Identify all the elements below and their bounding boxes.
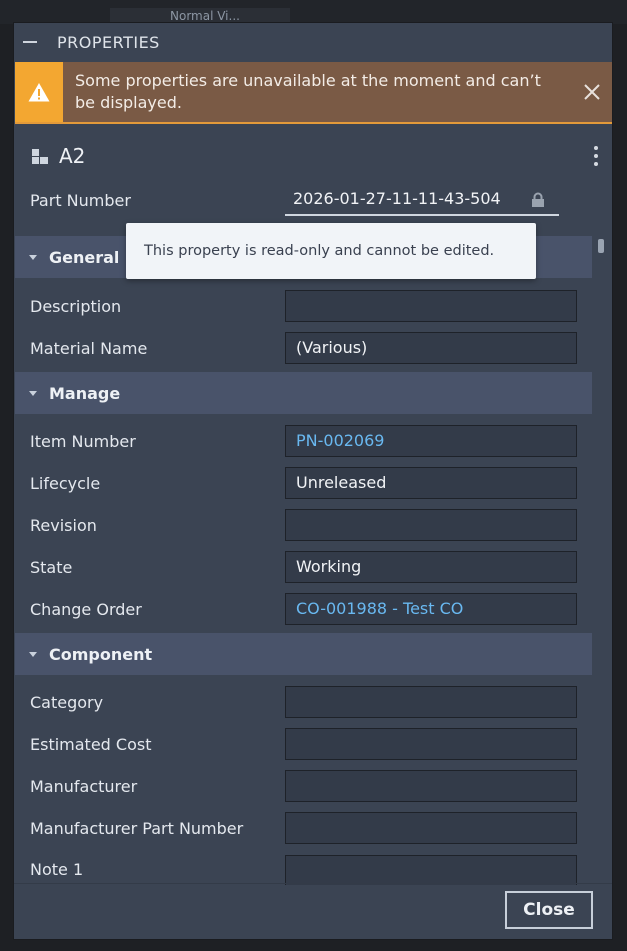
property-label: Item Number: [30, 431, 136, 451]
description-field[interactable]: [285, 290, 577, 322]
properties-panel: PROPERTIES Some properties are unavailab…: [13, 22, 613, 940]
lifecycle-field[interactable]: Unreleased: [285, 467, 577, 499]
property-label: Manufacturer Part Number: [30, 818, 244, 838]
property-label: State: [30, 557, 73, 577]
state-field[interactable]: Working: [285, 551, 577, 583]
property-label: Material Name: [30, 338, 148, 358]
section-manage-label: Manage: [49, 383, 121, 403]
part-number-field[interactable]: 2026-01-27-11-11-43-504: [285, 184, 559, 216]
chevron-down-icon: [29, 651, 37, 657]
property-row: State Working: [30, 550, 578, 584]
property-row: Manufacturer Part Number: [30, 811, 578, 845]
property-row: Material Name (Various): [30, 331, 578, 365]
panel-title: PROPERTIES: [57, 32, 160, 52]
part-icon: [32, 149, 48, 164]
section-manage[interactable]: Manage: [15, 372, 592, 414]
more-vertical-icon[interactable]: [594, 146, 600, 166]
property-label: Manufacturer: [30, 776, 138, 796]
minimize-icon[interactable]: [23, 41, 37, 43]
part-number-value: 2026-01-27-11-11-43-504: [293, 189, 501, 208]
estimated-cost-field[interactable]: [285, 728, 577, 760]
close-button[interactable]: Close: [505, 891, 593, 929]
section-general-label: General: [49, 247, 120, 267]
item-number-link[interactable]: PN-002069: [285, 425, 577, 457]
scrollbar[interactable]: [598, 239, 604, 253]
part-number-row: Part Number 2026-01-27-11-11-43-504: [30, 183, 578, 217]
category-field[interactable]: [285, 686, 577, 718]
warning-banner: Some properties are unavailable at the m…: [15, 62, 612, 124]
property-label: Description: [30, 296, 122, 316]
part-title: A2: [59, 144, 86, 168]
property-label: Change Order: [30, 599, 142, 619]
property-label: Revision: [30, 515, 97, 535]
part-number-label: Part Number: [30, 190, 131, 210]
property-row: Item Number PN-002069: [30, 424, 578, 458]
property-row: Manufacturer: [30, 769, 578, 803]
property-label: Note 1: [30, 860, 84, 879]
warning-message: Some properties are unavailable at the m…: [75, 71, 541, 112]
readonly-tooltip: This property is read-only and cannot be…: [126, 223, 536, 279]
background-toolbar: Normal Vi...: [0, 0, 627, 24]
property-row: Estimated Cost: [30, 727, 578, 761]
property-label: Category: [30, 692, 104, 712]
footer-divider: [14, 883, 612, 884]
material-name-field[interactable]: (Various): [285, 332, 577, 364]
property-row: Note 1: [30, 853, 578, 885]
property-label: Lifecycle: [30, 473, 101, 493]
manufacturer-field[interactable]: [285, 770, 577, 802]
lock-icon: [532, 192, 544, 207]
section-component[interactable]: Component: [15, 633, 592, 675]
chevron-down-icon: [29, 390, 37, 396]
property-row: Description: [30, 289, 578, 323]
warning-icon: [15, 62, 63, 122]
note-1-field[interactable]: [285, 855, 577, 885]
close-icon[interactable]: [572, 62, 612, 122]
property-row: Lifecycle Unreleased: [30, 466, 578, 500]
section-component-label: Component: [49, 644, 153, 664]
property-row: Category: [30, 685, 578, 719]
panel-titlebar: PROPERTIES: [14, 23, 612, 61]
part-header: A2: [30, 141, 600, 171]
chevron-down-icon: [29, 254, 37, 260]
change-order-link[interactable]: CO-001988 - Test CO: [285, 593, 577, 625]
manufacturer-part-number-field[interactable]: [285, 812, 577, 844]
property-row: Change Order CO-001988 - Test CO: [30, 592, 578, 626]
revision-field[interactable]: [285, 509, 577, 541]
property-label: Estimated Cost: [30, 734, 152, 754]
property-row: Revision: [30, 508, 578, 542]
